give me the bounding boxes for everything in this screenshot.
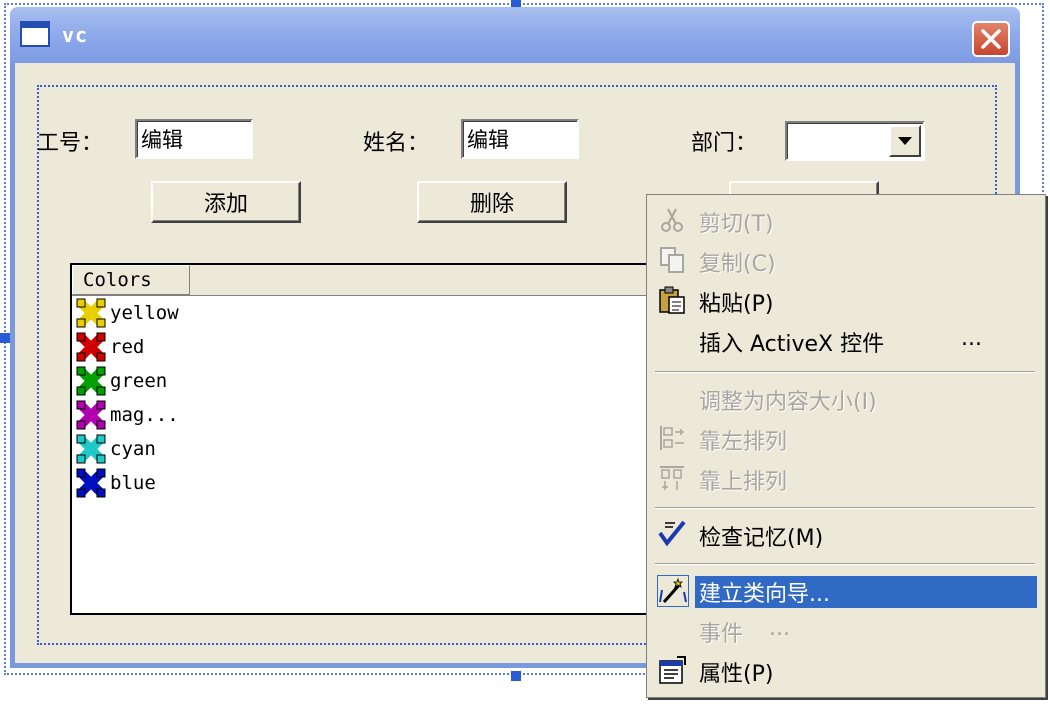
scissors-icon — [661, 208, 683, 232]
dept-label: 部门： — [691, 131, 758, 156]
menu-item-size-to-content[interactable]: 调整为内容大小(I) — [649, 379, 1041, 417]
emp-no-label: 工号： — [37, 131, 104, 156]
menu-item-properties-label: 属性(P) — [699, 662, 774, 687]
list-item[interactable]: green — [76, 365, 167, 397]
properties-icon — [659, 656, 686, 684]
dropdown-button[interactable] — [889, 125, 921, 157]
menu-item-check-mnemonics[interactable]: 检查记忆(M) — [649, 515, 1041, 553]
emp-no-field[interactable] — [135, 119, 253, 159]
copy-icon — [660, 247, 684, 273]
wand-icon — [657, 575, 689, 607]
color-swatch-icon — [76, 434, 106, 464]
menu-item-size-to-content-label: 调整为内容大小(I) — [699, 390, 877, 415]
menu-item-events-ellipsis: ... — [769, 616, 790, 641]
dept-combobox[interactable] — [785, 121, 925, 161]
menu-item-class-wizard-label: 建立类向导... — [695, 576, 1037, 608]
list-item[interactable]: yellow — [76, 297, 179, 329]
chevron-down-icon — [898, 137, 912, 145]
menu-item-class-wizard[interactable]: 建立类向导... — [649, 571, 1041, 609]
list-item-label: mag... — [110, 404, 179, 426]
list-item[interactable]: mag... — [76, 399, 179, 431]
menu-item-insert-activex-ellipsis: ... — [961, 326, 982, 351]
name-label: 姓名： — [363, 131, 430, 156]
menu-item-insert-activex-label: 插入 ActiveX 控件 — [699, 332, 885, 357]
add-button[interactable]: 添加 — [151, 181, 301, 223]
menu-item-align-left[interactable]: 靠左排列 — [649, 419, 1041, 457]
menu-item-paste-label: 粘贴(P) — [699, 292, 774, 317]
window-icon — [20, 21, 50, 47]
menu-item-events-label: 事件 — [699, 622, 744, 647]
list-item-label: yellow — [110, 302, 179, 324]
color-swatch-icon — [76, 400, 106, 430]
title-bar[interactable]: vc — [10, 7, 1020, 63]
menu-item-cut-label: 剪切(T) — [699, 212, 774, 237]
menu-separator — [655, 507, 1035, 509]
checkmark-icon — [658, 520, 686, 547]
resize-handle-left[interactable] — [0, 333, 10, 343]
list-item-label: blue — [110, 472, 156, 494]
list-item-label: cyan — [110, 438, 156, 460]
menu-separator — [655, 563, 1035, 565]
menu-separator — [655, 371, 1035, 373]
menu-item-cut[interactable]: 剪切(T) — [649, 201, 1041, 239]
menu-item-insert-activex[interactable]: 插入 ActiveX 控件 ... — [649, 321, 1041, 359]
color-swatch-icon — [76, 332, 106, 362]
resize-handle-bottom[interactable] — [511, 671, 521, 681]
paste-icon — [659, 286, 685, 314]
list-item[interactable]: cyan — [76, 433, 156, 465]
menu-item-properties[interactable]: 属性(P) — [649, 651, 1041, 689]
color-swatch-icon — [76, 468, 106, 498]
list-item-label: red — [110, 336, 145, 358]
context-menu: 剪切(T) 复制(C) 粘贴(P) 插入 ActiveX 控件 ... 调整为内… — [646, 194, 1046, 698]
menu-item-align-top-label: 靠上排列 — [699, 470, 788, 495]
name-field[interactable] — [461, 119, 579, 159]
list-item[interactable]: blue — [76, 467, 156, 499]
list-item-label: green — [110, 370, 168, 392]
close-icon — [981, 29, 1001, 49]
close-button[interactable] — [972, 21, 1010, 57]
menu-item-check-mnemonics-label: 检查记忆(M) — [699, 526, 824, 551]
delete-button[interactable]: 删除 — [417, 181, 567, 223]
align-left-icon — [660, 426, 684, 450]
menu-item-align-top[interactable]: 靠上排列 — [649, 459, 1041, 497]
menu-item-copy-label: 复制(C) — [699, 252, 776, 277]
align-top-icon — [660, 466, 684, 490]
list-item[interactable]: red — [76, 331, 144, 363]
menu-item-copy[interactable]: 复制(C) — [649, 241, 1041, 279]
color-swatch-icon — [76, 298, 106, 328]
window-title: vc — [62, 23, 89, 47]
column-header-colors[interactable]: Colors — [72, 265, 190, 295]
menu-item-events[interactable]: 事件 ... — [649, 611, 1041, 649]
color-swatch-icon — [76, 366, 106, 396]
menu-item-align-left-label: 靠左排列 — [699, 430, 788, 455]
menu-item-paste[interactable]: 粘贴(P) — [649, 281, 1041, 319]
